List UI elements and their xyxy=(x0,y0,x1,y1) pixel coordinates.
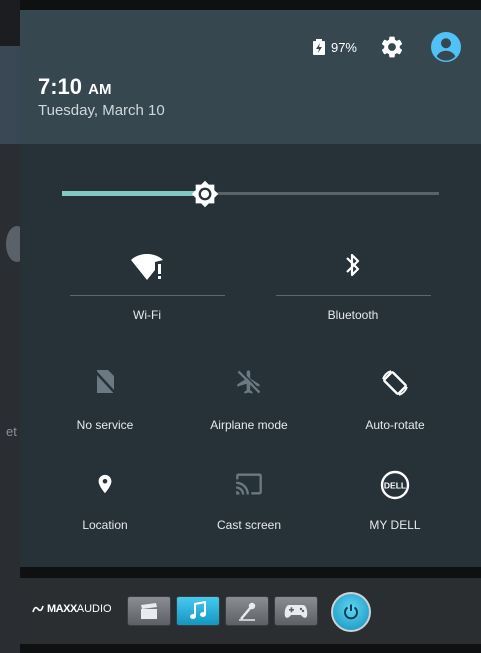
maxxaudio-power-button[interactable] xyxy=(331,592,371,632)
status-row: 97% xyxy=(312,32,461,62)
brightness-fill xyxy=(62,191,206,196)
date[interactable]: Tuesday, March 10 xyxy=(38,102,165,119)
bluetooth-label: Bluetooth xyxy=(327,308,379,322)
maxxaudio-bar: MAXX AUDIO xyxy=(20,578,481,644)
music-mode-button[interactable] xyxy=(176,596,220,626)
quick-settings-panel: 97% 7:10 AM Tuesday, March 10 Wi-Fi Blue… xyxy=(20,10,481,567)
maxx-brand-light: AUDIO xyxy=(76,603,112,615)
account-icon[interactable] xyxy=(431,32,461,62)
tile-location[interactable]: Location xyxy=(40,470,170,532)
microphone-icon xyxy=(239,602,256,621)
location-pin-icon xyxy=(98,474,112,494)
music-icon xyxy=(190,601,206,619)
maxx-wave-icon xyxy=(32,605,44,613)
gear-icon[interactable] xyxy=(379,34,405,60)
tile-wifi[interactable] xyxy=(66,248,228,282)
brightness-slider[interactable] xyxy=(62,176,439,212)
power-icon xyxy=(344,604,358,620)
tile-auto-rotate[interactable]: Auto-rotate xyxy=(330,368,460,432)
background-app: et xyxy=(0,0,28,653)
cast-screen-label: Cast screen xyxy=(216,518,282,532)
brightness-thumb-icon[interactable] xyxy=(191,180,219,208)
tile-cast-screen[interactable]: Cast screen xyxy=(184,470,314,532)
tile-airplane-mode[interactable]: Airplane mode xyxy=(184,368,314,432)
no-sim-icon xyxy=(93,369,117,395)
airplane-mode-label: Airplane mode xyxy=(210,418,288,432)
wifi-divider xyxy=(70,295,225,296)
background-app-toolbar xyxy=(0,46,20,144)
background-app-text: et xyxy=(6,424,17,439)
tile-bluetooth-label[interactable]: Bluetooth xyxy=(272,308,434,322)
clock-time: 7:10 xyxy=(38,74,83,99)
movie-icon xyxy=(141,603,157,619)
dell-logo-icon: DELL xyxy=(380,470,410,500)
game-mode-button[interactable] xyxy=(274,596,318,626)
maxxaudio-logo: MAXX AUDIO xyxy=(32,603,112,615)
battery-charging-icon xyxy=(312,39,325,55)
quick-settings-header: 97% 7:10 AM Tuesday, March 10 xyxy=(20,10,481,144)
gamepad-icon xyxy=(284,605,308,618)
clock-ampm: AM xyxy=(88,81,112,98)
wifi-alert-icon xyxy=(131,254,163,280)
background-app-statusbar xyxy=(0,0,20,46)
tile-no-service[interactable]: No service xyxy=(40,368,170,432)
no-service-label: No service xyxy=(76,418,134,432)
wifi-label: Wi-Fi xyxy=(133,308,161,322)
tile-wifi-label[interactable]: Wi-Fi xyxy=(66,308,228,322)
tile-bluetooth[interactable] xyxy=(272,248,434,282)
bluetooth-divider xyxy=(276,295,431,296)
maxx-brand-bold: MAXX xyxy=(47,603,77,615)
voice-mode-button[interactable] xyxy=(225,596,269,626)
my-dell-label: MY DELL xyxy=(369,518,421,532)
location-label: Location xyxy=(82,518,128,532)
bluetooth-icon xyxy=(346,253,360,277)
tile-my-dell[interactable]: DELL MY DELL xyxy=(330,470,460,532)
auto-rotate-label: Auto-rotate xyxy=(365,418,425,432)
svg-text:DELL: DELL xyxy=(384,481,406,491)
airplane-icon xyxy=(237,369,262,394)
clock[interactable]: 7:10 AM xyxy=(38,74,112,100)
rotate-icon xyxy=(382,370,408,396)
cast-icon xyxy=(236,473,262,495)
battery-percentage: 97% xyxy=(330,39,357,55)
movie-mode-button[interactable] xyxy=(127,596,171,626)
